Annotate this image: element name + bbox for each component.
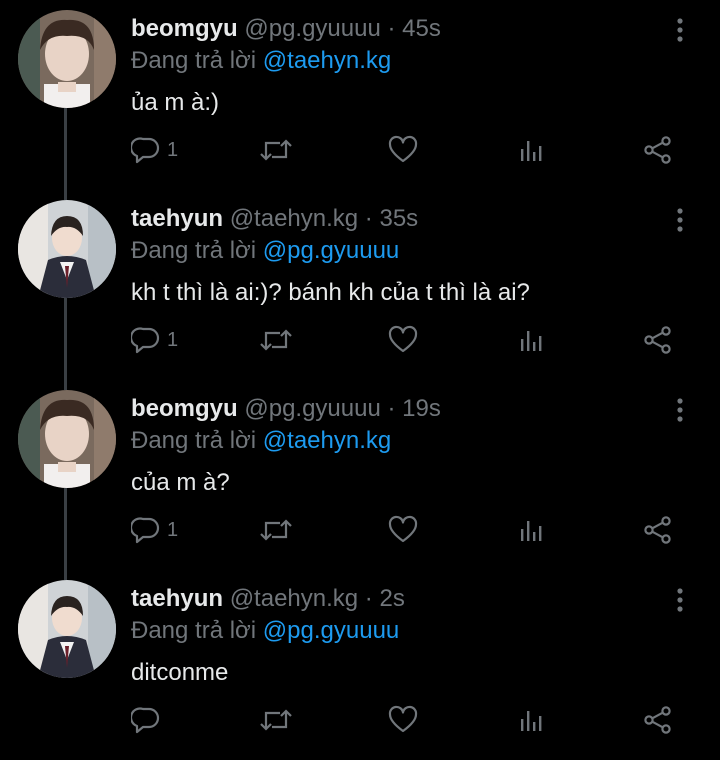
tweet-header: taehyun @taehyn.kg · 2s xyxy=(131,584,405,614)
heart-icon xyxy=(388,705,418,733)
timestamp[interactable]: 19s xyxy=(402,395,441,422)
replying-to: Đang trả lời @pg.gyuuuu xyxy=(131,236,399,266)
tweet-header: taehyun @taehyn.kg · 35s xyxy=(131,204,418,234)
tweet-header: beomgyu @pg.gyuuuu · 19s xyxy=(131,394,441,424)
tweet-actions xyxy=(0,698,720,742)
retweet-icon xyxy=(260,709,292,731)
like-button[interactable] xyxy=(387,698,419,742)
replying-to-label: Đang trả lời xyxy=(131,617,257,644)
tweet-header: beomgyu @pg.gyuuuu · 45s xyxy=(131,14,441,44)
share-icon xyxy=(644,326,671,354)
tweet[interactable]: beomgyu @pg.gyuuuu · 19s Đang trả lời @t… xyxy=(0,380,720,570)
more-vertical-icon[interactable] xyxy=(664,14,696,46)
user-handle[interactable]: @taehyn.kg xyxy=(230,585,358,612)
views-icon xyxy=(521,141,542,161)
replying-to-label: Đang trả lời xyxy=(131,427,257,454)
views-button[interactable] xyxy=(516,128,546,172)
replying-to: Đang trả lời @taehyn.kg xyxy=(131,426,391,456)
reply-icon xyxy=(131,137,160,164)
mention-link[interactable]: @taehyn.kg xyxy=(263,47,391,74)
tweet[interactable]: taehyun @taehyn.kg · 35s Đang trả lời @p… xyxy=(0,190,720,380)
user-handle[interactable]: @taehyn.kg xyxy=(230,205,358,232)
like-button[interactable] xyxy=(387,128,419,172)
more-vertical-icon[interactable] xyxy=(664,204,696,236)
views-button[interactable] xyxy=(516,318,546,362)
separator-dot: · xyxy=(387,15,396,42)
like-button[interactable] xyxy=(387,318,419,362)
display-name[interactable]: beomgyu xyxy=(131,15,238,42)
retweet-button[interactable] xyxy=(258,318,294,362)
reply-button[interactable] xyxy=(131,698,167,742)
share-icon xyxy=(644,516,671,544)
heart-icon xyxy=(388,325,418,353)
reply-button[interactable]: 1 xyxy=(131,508,178,552)
avatar[interactable] xyxy=(18,580,116,678)
reply-button[interactable]: 1 xyxy=(131,318,178,362)
avatar[interactable] xyxy=(18,390,116,488)
more-vertical-icon[interactable] xyxy=(664,584,696,616)
retweet-button[interactable] xyxy=(258,128,294,172)
retweet-button[interactable] xyxy=(258,698,294,742)
replying-to-label: Đang trả lời xyxy=(131,47,257,74)
retweet-icon xyxy=(260,329,292,351)
reply-count: 1 xyxy=(167,138,179,161)
user-handle[interactable]: @pg.gyuuuu xyxy=(244,395,380,422)
reply-count: 1 xyxy=(167,518,179,541)
views-icon xyxy=(521,521,542,541)
reply-icon xyxy=(131,327,160,354)
timestamp[interactable]: 2s xyxy=(379,585,404,612)
tweet-text: ditconme xyxy=(131,659,229,686)
views-icon xyxy=(521,711,542,731)
tweet-actions: 1 xyxy=(0,508,720,552)
mention-link[interactable]: @pg.gyuuuu xyxy=(263,237,399,264)
share-button[interactable] xyxy=(642,698,674,742)
display-name[interactable]: taehyun xyxy=(131,585,223,612)
retweet-icon xyxy=(260,139,292,161)
like-button[interactable] xyxy=(387,508,419,552)
reply-icon xyxy=(131,517,160,544)
share-button[interactable] xyxy=(642,318,674,362)
views-button[interactable] xyxy=(516,508,546,552)
mention-link[interactable]: @pg.gyuuuu xyxy=(263,617,399,644)
retweet-button[interactable] xyxy=(258,508,294,552)
avatar[interactable] xyxy=(18,200,116,298)
replying-to-label: Đang trả lời xyxy=(131,237,257,264)
tweet[interactable]: beomgyu @pg.gyuuuu · 45s Đang trả lời @t… xyxy=(0,0,720,190)
tweet-text: ủa m à:) xyxy=(131,89,220,116)
mention-link[interactable]: @taehyn.kg xyxy=(263,427,391,454)
share-icon xyxy=(644,706,671,734)
more-vertical-icon[interactable] xyxy=(664,394,696,426)
replying-to: Đang trả lời @pg.gyuuuu xyxy=(131,616,399,646)
reply-count: 1 xyxy=(167,328,179,351)
views-button[interactable] xyxy=(516,698,546,742)
replying-to: Đang trả lời @taehyn.kg xyxy=(131,46,391,76)
heart-icon xyxy=(388,135,418,163)
share-icon xyxy=(644,136,671,164)
separator-dot: · xyxy=(364,585,373,612)
tweet-actions: 1 xyxy=(0,128,720,172)
share-button[interactable] xyxy=(642,508,674,552)
views-icon xyxy=(521,331,542,351)
heart-icon xyxy=(388,515,418,543)
display-name[interactable]: beomgyu xyxy=(131,395,238,422)
user-handle[interactable]: @pg.gyuuuu xyxy=(244,15,380,42)
share-button[interactable] xyxy=(642,128,674,172)
reply-icon xyxy=(131,707,160,734)
retweet-icon xyxy=(260,519,292,541)
separator-dot: · xyxy=(387,395,396,422)
avatar[interactable] xyxy=(18,10,116,108)
timestamp[interactable]: 45s xyxy=(402,15,441,42)
tweet-text: của m à? xyxy=(131,469,230,496)
timestamp[interactable]: 35s xyxy=(379,205,418,232)
tweet-text: kh t thì là ai:)? bánh kh của t thì là a… xyxy=(131,279,530,306)
display-name[interactable]: taehyun xyxy=(131,205,223,232)
reply-button[interactable]: 1 xyxy=(131,128,178,172)
tweet[interactable]: taehyun @taehyn.kg · 2s Đang trả lời @pg… xyxy=(0,570,720,760)
tweet-actions: 1 xyxy=(0,318,720,362)
separator-dot: · xyxy=(364,205,373,232)
